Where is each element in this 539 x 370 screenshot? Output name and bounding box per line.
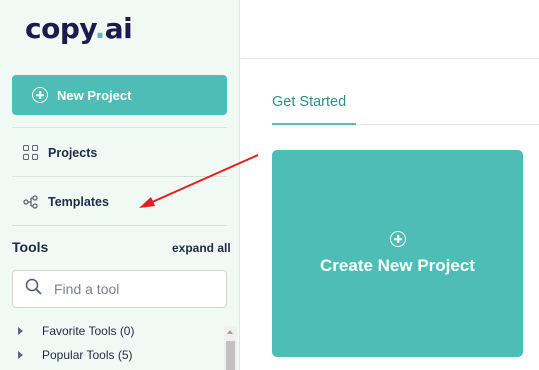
tab-get-started[interactable]: Get Started bbox=[272, 94, 346, 110]
caret-right-icon bbox=[18, 351, 23, 359]
tool-group-label: Popular Tools (5) bbox=[42, 348, 133, 362]
expand-all-link[interactable]: expand all bbox=[172, 241, 231, 255]
create-new-project-card[interactable]: Create New Project bbox=[272, 150, 523, 357]
new-project-label: New Project bbox=[57, 87, 132, 103]
create-new-project-label: Create New Project bbox=[320, 256, 475, 275]
plus-circle-icon bbox=[32, 87, 48, 103]
tool-search-box[interactable] bbox=[12, 270, 227, 308]
tools-scrollbar[interactable] bbox=[224, 326, 237, 370]
scrollbar-thumb[interactable] bbox=[226, 341, 235, 370]
divider bbox=[12, 127, 227, 128]
share-nodes-icon bbox=[22, 193, 39, 210]
scroll-up-arrow-icon[interactable] bbox=[227, 330, 233, 334]
sidebar-item-templates[interactable]: Templates bbox=[22, 193, 109, 210]
sidebar-item-label: Templates bbox=[48, 194, 109, 209]
sidebar-item-projects[interactable]: Projects bbox=[22, 144, 97, 161]
copy-ai-logo[interactable]: copy.ai bbox=[25, 12, 133, 45]
active-tab-indicator bbox=[272, 123, 356, 125]
search-icon bbox=[25, 278, 42, 300]
sidebar-item-label: Projects bbox=[48, 145, 98, 160]
grid-icon bbox=[22, 144, 39, 161]
tool-group-favorite[interactable]: Favorite Tools (0) bbox=[18, 324, 134, 338]
search-input[interactable] bbox=[54, 281, 214, 297]
header-divider bbox=[241, 58, 539, 59]
main-content: Get Started Create New Project bbox=[241, 0, 539, 370]
sidebar: copy.ai New Project Projects Templates T… bbox=[0, 0, 240, 370]
divider bbox=[12, 225, 227, 226]
tools-heading: Tools bbox=[12, 239, 49, 255]
tool-group-popular[interactable]: Popular Tools (5) bbox=[18, 348, 133, 362]
tool-group-label: Favorite Tools (0) bbox=[42, 324, 135, 338]
caret-right-icon bbox=[18, 327, 23, 335]
new-project-button[interactable]: New Project bbox=[12, 75, 227, 115]
plus-circle-icon bbox=[390, 231, 406, 247]
divider bbox=[12, 176, 227, 177]
